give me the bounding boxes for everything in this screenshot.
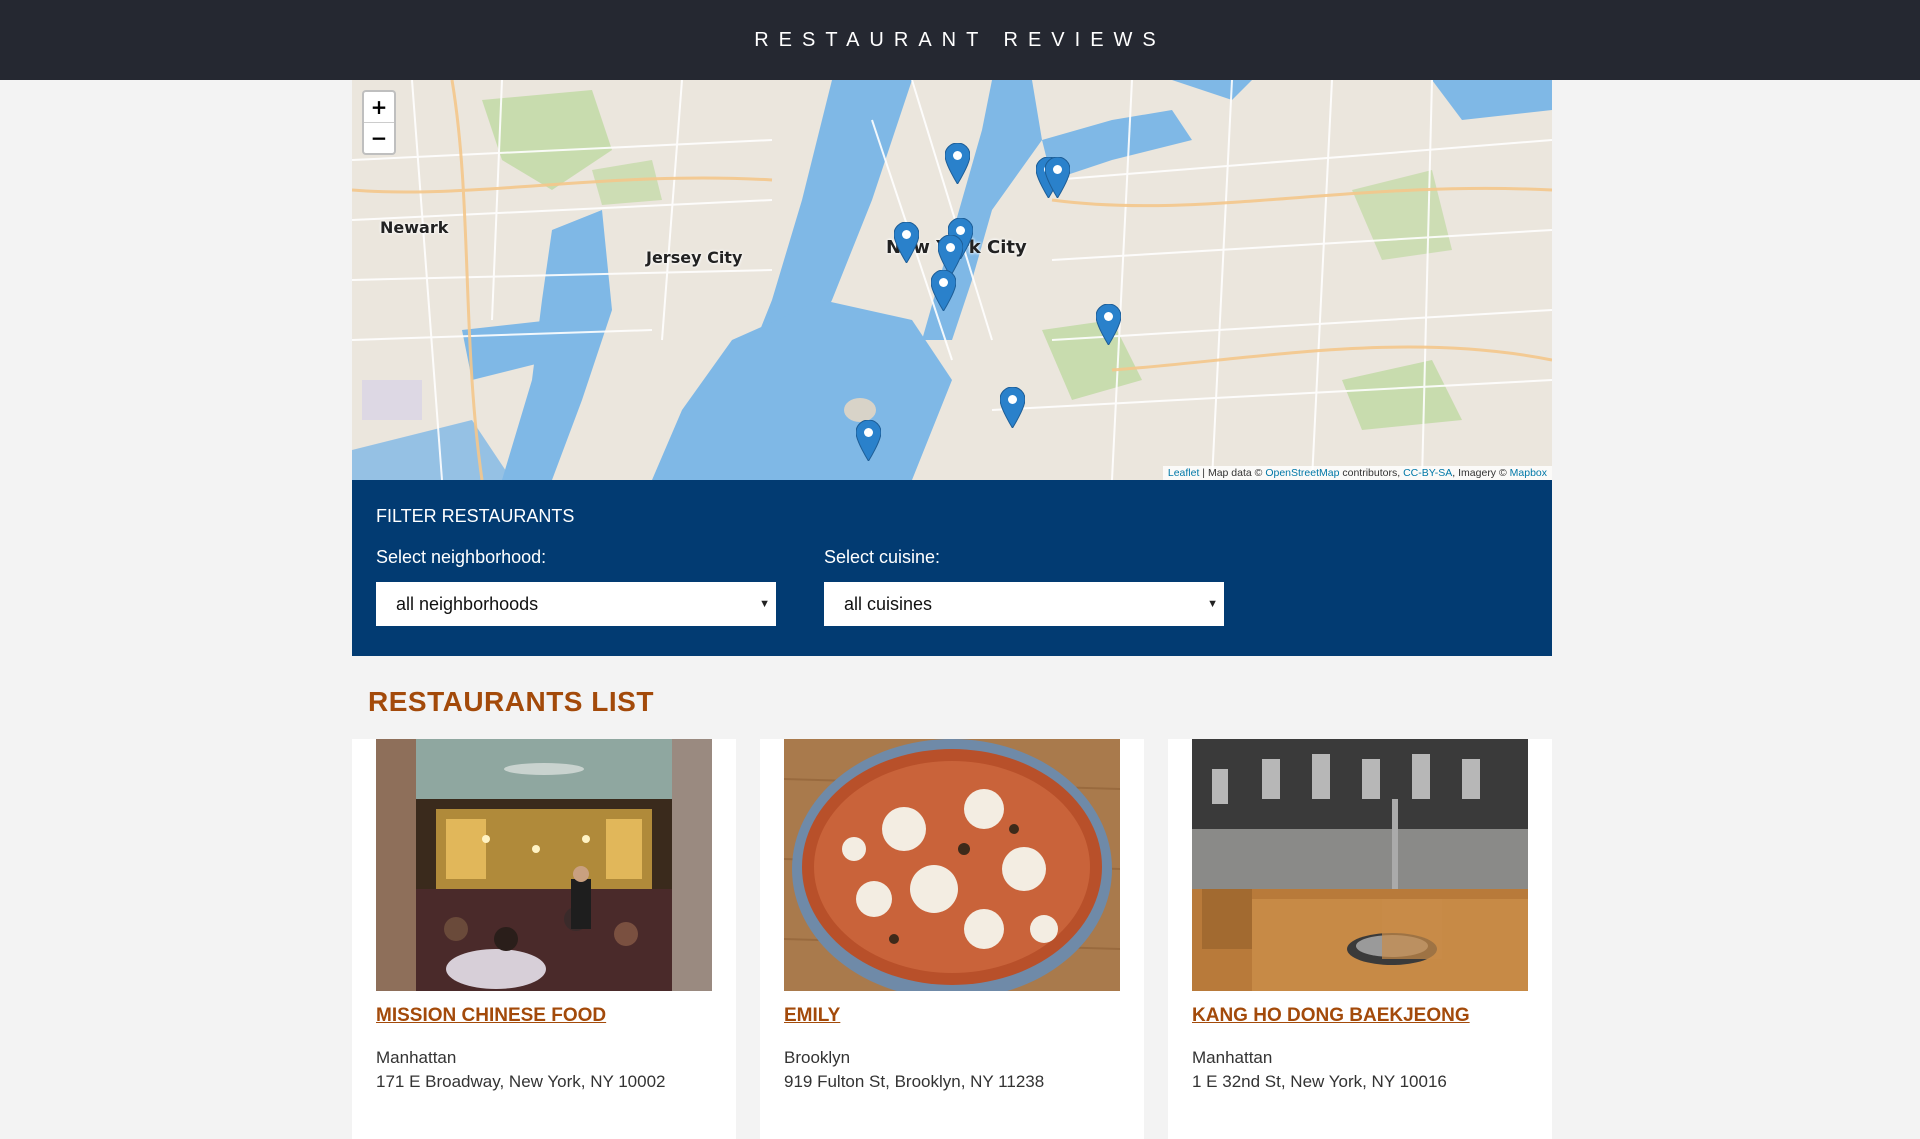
openstreetmap-link[interactable]: OpenStreetMap [1265,467,1339,479]
restaurant-image [784,739,1120,991]
map-marker-icon[interactable] [1096,304,1121,345]
restaurant-address: 171 E Broadway, New York, NY 10002 [376,1072,666,1091]
restaurant-image [1192,739,1528,991]
restaurant-card: MISSION CHINESE FOOD Manhattan 171 E Bro… [352,739,736,1139]
map-label-jersey-city: Jersey City [646,248,743,267]
attribution-text: , Imagery © [1452,467,1510,479]
restaurant-name-link[interactable]: MISSION CHINESE FOOD [376,1005,606,1027]
map-marker-icon[interactable] [931,270,956,311]
zoom-in-button[interactable]: + [364,92,394,122]
zoom-control: + − [362,90,396,155]
map-attribution: Leaflet | Map data © OpenStreetMap contr… [1162,466,1552,480]
restaurant-address: 1 E 32nd St, New York, NY 10016 [1192,1072,1447,1091]
restaurant-name-link[interactable]: EMILY [784,1005,840,1027]
map-marker-icon[interactable] [1045,157,1070,198]
restaurant-address: 919 Fulton St, Brooklyn, NY 11238 [784,1072,1045,1091]
zoom-out-button[interactable]: − [364,122,394,153]
map-marker-icon[interactable] [894,222,919,263]
map-label-newark: Newark [380,218,449,237]
restaurant-image [376,739,712,991]
restaurant-card: KANG HO DONG BAEKJEONG Manhattan 1 E 32n… [1168,739,1552,1139]
restaurant-neighborhood: Brooklyn [784,1048,851,1067]
attribution-text: contributors, [1339,467,1404,479]
restaurants-list-title: RESTAURANTS LIST [368,686,654,717]
restaurant-card: EMILY Brooklyn 919 Fulton St, Brooklyn, … [760,739,1144,1139]
map-marker-icon[interactable] [945,143,970,184]
restaurant-neighborhood: Manhattan [376,1048,457,1067]
map-marker-icon[interactable] [856,420,881,461]
license-link[interactable]: CC-BY-SA [1403,467,1452,479]
attribution-text: | Map data © [1199,467,1266,479]
restaurant-name-link[interactable]: KANG HO DONG BAEKJEONG [1192,1005,1470,1027]
leaflet-link[interactable]: Leaflet [1168,467,1200,479]
mapbox-link[interactable]: Mapbox [1510,467,1547,479]
restaurant-neighborhood: Manhattan [1192,1048,1273,1067]
map-marker-icon[interactable] [1000,387,1025,428]
